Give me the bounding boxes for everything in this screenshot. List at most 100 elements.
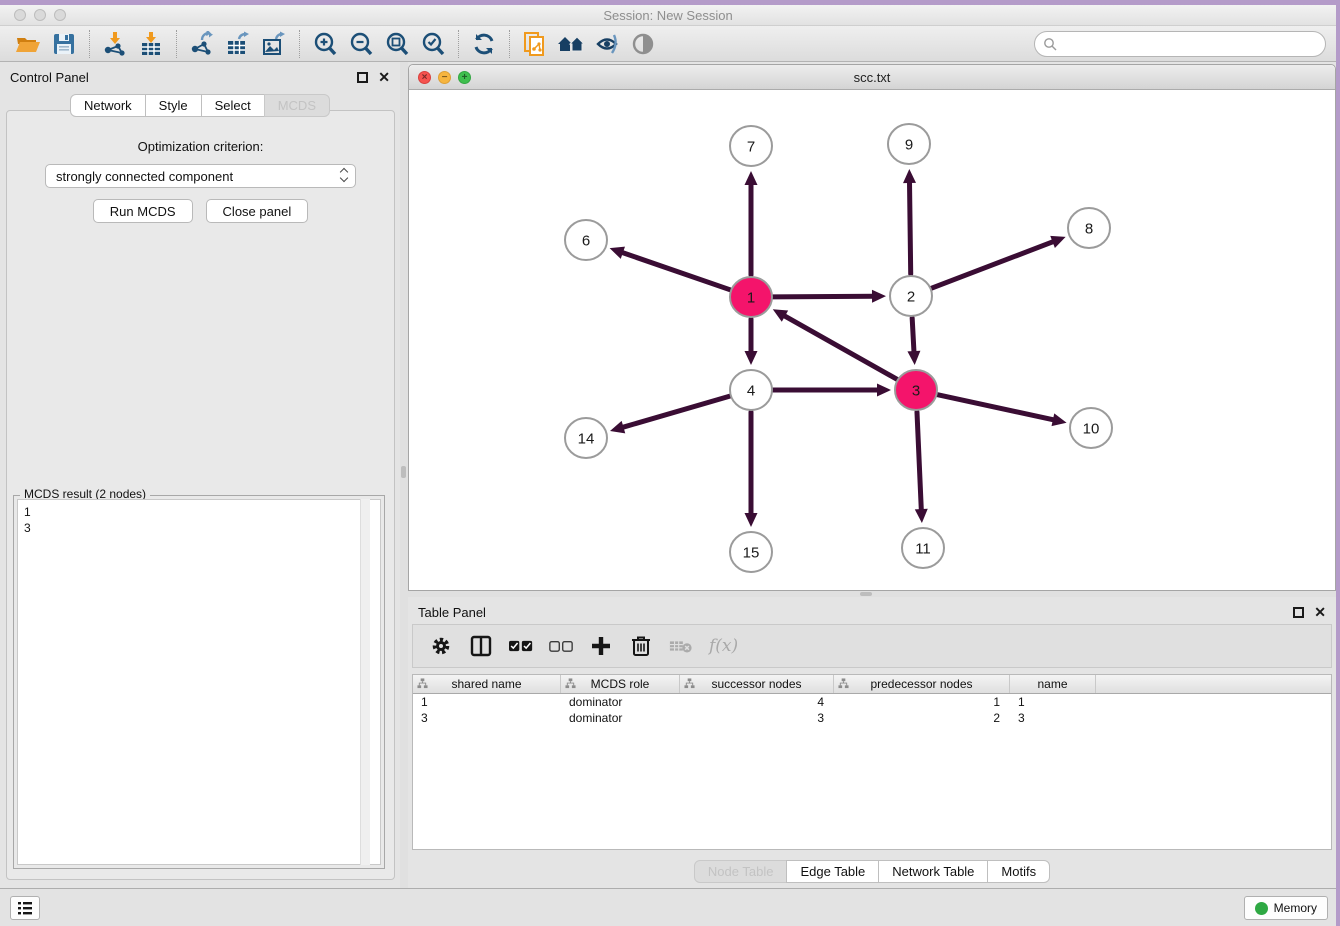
- result-scrollbar[interactable]: [360, 499, 370, 865]
- column-header-predecessor-nodes[interactable]: predecessor nodes: [834, 675, 1010, 693]
- tab-motifs[interactable]: Motifs: [987, 860, 1050, 883]
- tab-edge-table[interactable]: Edge Table: [786, 860, 879, 883]
- node-label: 10: [1083, 420, 1100, 437]
- export-table-button[interactable]: [220, 28, 256, 60]
- node-table[interactable]: shared nameMCDS rolesuccessor nodesprede…: [412, 674, 1332, 850]
- import-table-button[interactable]: [133, 28, 169, 60]
- table-panel-title: Table Panel: [418, 605, 1293, 620]
- table-cell[interactable]: 3: [680, 710, 834, 726]
- node-label: 7: [747, 138, 755, 155]
- refresh-icon: [471, 31, 497, 57]
- desktop-frame-right: [1336, 0, 1340, 926]
- table-cell[interactable]: 1: [834, 694, 1010, 710]
- table-cell[interactable]: dominator: [561, 694, 680, 710]
- graph-edge-2-3[interactable]: [912, 318, 914, 354]
- table-cell[interactable]: 3: [1010, 710, 1096, 726]
- graph-edge-1-2[interactable]: [773, 296, 875, 297]
- table-cell[interactable]: 1: [1010, 694, 1096, 710]
- search-input[interactable]: [1057, 37, 1325, 51]
- delete-column-icon[interactable]: [629, 634, 653, 658]
- close-table-panel-icon[interactable]: ✕: [1314, 605, 1326, 619]
- add-column-icon[interactable]: [589, 634, 613, 658]
- close-panel-icon[interactable]: ✕: [378, 70, 390, 84]
- graph-edge-2-8[interactable]: [932, 241, 1056, 288]
- tab-network[interactable]: Network: [70, 94, 146, 117]
- export-network-button[interactable]: [184, 28, 220, 60]
- float-table-panel-icon[interactable]: [1293, 607, 1304, 618]
- graph-edge-1-6[interactable]: [620, 252, 730, 290]
- split-columns-icon[interactable]: [469, 634, 493, 658]
- splitter-grip[interactable]: [401, 466, 406, 478]
- column-header-name[interactable]: name: [1010, 675, 1096, 693]
- column-header-successor-nodes[interactable]: successor nodes: [680, 675, 834, 693]
- delete-table-icon[interactable]: [669, 634, 693, 658]
- tab-network-table[interactable]: Network Table: [878, 860, 988, 883]
- table-cell[interactable]: 1: [413, 694, 561, 710]
- search-field[interactable]: [1034, 31, 1326, 57]
- export-image-button[interactable]: [256, 28, 292, 60]
- open-session-button[interactable]: [10, 28, 46, 60]
- zoom-in-button[interactable]: [307, 28, 343, 60]
- graph-edge-3-11[interactable]: [917, 412, 921, 512]
- mcds-result-group: MCDS result (2 nodes) 13: [13, 495, 385, 869]
- edge-arrowhead: [1052, 413, 1067, 426]
- import-table-icon: [138, 31, 164, 57]
- graph-edge-3-1[interactable]: [782, 315, 896, 380]
- optimization-label: Optimization criterion:: [7, 139, 394, 154]
- table-cell[interactable]: 2: [834, 710, 1010, 726]
- table-cell[interactable]: 4: [680, 694, 834, 710]
- edge-arrowhead: [610, 421, 625, 433]
- memory-label: Memory: [1274, 901, 1317, 915]
- tab-mcds[interactable]: MCDS: [264, 94, 330, 117]
- node-label: 2: [907, 288, 915, 305]
- export-table-icon: [225, 31, 251, 57]
- export-network-icon: [189, 31, 215, 57]
- zoom-selected-button[interactable]: [415, 28, 451, 60]
- table-cell[interactable]: dominator: [561, 710, 680, 726]
- splitter-grip[interactable]: [860, 592, 872, 596]
- table-row[interactable]: 1dominator411: [413, 694, 1331, 710]
- graph-edge-3-10[interactable]: [937, 395, 1055, 421]
- column-header-shared-name[interactable]: shared name: [413, 675, 561, 693]
- zoom-out-button[interactable]: [343, 28, 379, 60]
- vertical-splitter[interactable]: [400, 62, 408, 888]
- control-panel: Control Panel ✕ NetworkStyleSelectMCDS O…: [0, 62, 400, 888]
- node-label: 6: [582, 232, 590, 249]
- hide-glasses-button[interactable]: [589, 28, 625, 60]
- column-header-MCDS-role[interactable]: MCDS role: [561, 675, 680, 693]
- select-all-checkboxes-icon[interactable]: [509, 634, 533, 658]
- criterion-dropdown[interactable]: strongly connected component: [45, 164, 356, 188]
- graph-edge-4-14[interactable]: [621, 396, 730, 428]
- home-views-button[interactable]: [553, 28, 589, 60]
- close-panel-button[interactable]: Close panel: [206, 199, 309, 223]
- gear-icon[interactable]: [429, 634, 453, 658]
- clone-network-button[interactable]: [517, 28, 553, 60]
- tab-node-table[interactable]: Node Table: [694, 860, 788, 883]
- deselect-all-checkboxes-icon[interactable]: [549, 634, 573, 658]
- function-builder-icon[interactable]: f(x): [709, 636, 738, 656]
- import-network-button[interactable]: [97, 28, 133, 60]
- table-tabs: Node TableEdge TableNetwork TableMotifs: [408, 860, 1336, 883]
- save-floppy-icon: [51, 31, 77, 57]
- node-label: 8: [1085, 220, 1093, 237]
- refresh-layout-button[interactable]: [466, 28, 502, 60]
- run-mcds-button[interactable]: Run MCDS: [93, 199, 193, 223]
- zoom-fit-button[interactable]: [379, 28, 415, 60]
- criterion-value: strongly connected component: [56, 169, 233, 184]
- network-titlebar[interactable]: × − + scc.txt: [409, 65, 1335, 90]
- mcds-result-list[interactable]: 13: [17, 499, 381, 865]
- table-cell[interactable]: 3: [413, 710, 561, 726]
- network-canvas[interactable]: 7968124314101511: [409, 90, 1335, 590]
- memory-button[interactable]: Memory: [1244, 896, 1328, 920]
- save-session-button[interactable]: [46, 28, 82, 60]
- table-row[interactable]: 3dominator323: [413, 710, 1331, 726]
- graph-edge-2-9[interactable]: [909, 180, 910, 274]
- table-toolbar: f(x): [412, 624, 1332, 668]
- tab-style[interactable]: Style: [145, 94, 202, 117]
- task-history-button[interactable]: [10, 896, 40, 920]
- tab-select[interactable]: Select: [201, 94, 265, 117]
- float-panel-icon[interactable]: [357, 72, 368, 83]
- show-eye-button[interactable]: [625, 28, 661, 60]
- result-line: 1: [24, 504, 374, 520]
- table-header: shared nameMCDS rolesuccessor nodesprede…: [413, 675, 1331, 694]
